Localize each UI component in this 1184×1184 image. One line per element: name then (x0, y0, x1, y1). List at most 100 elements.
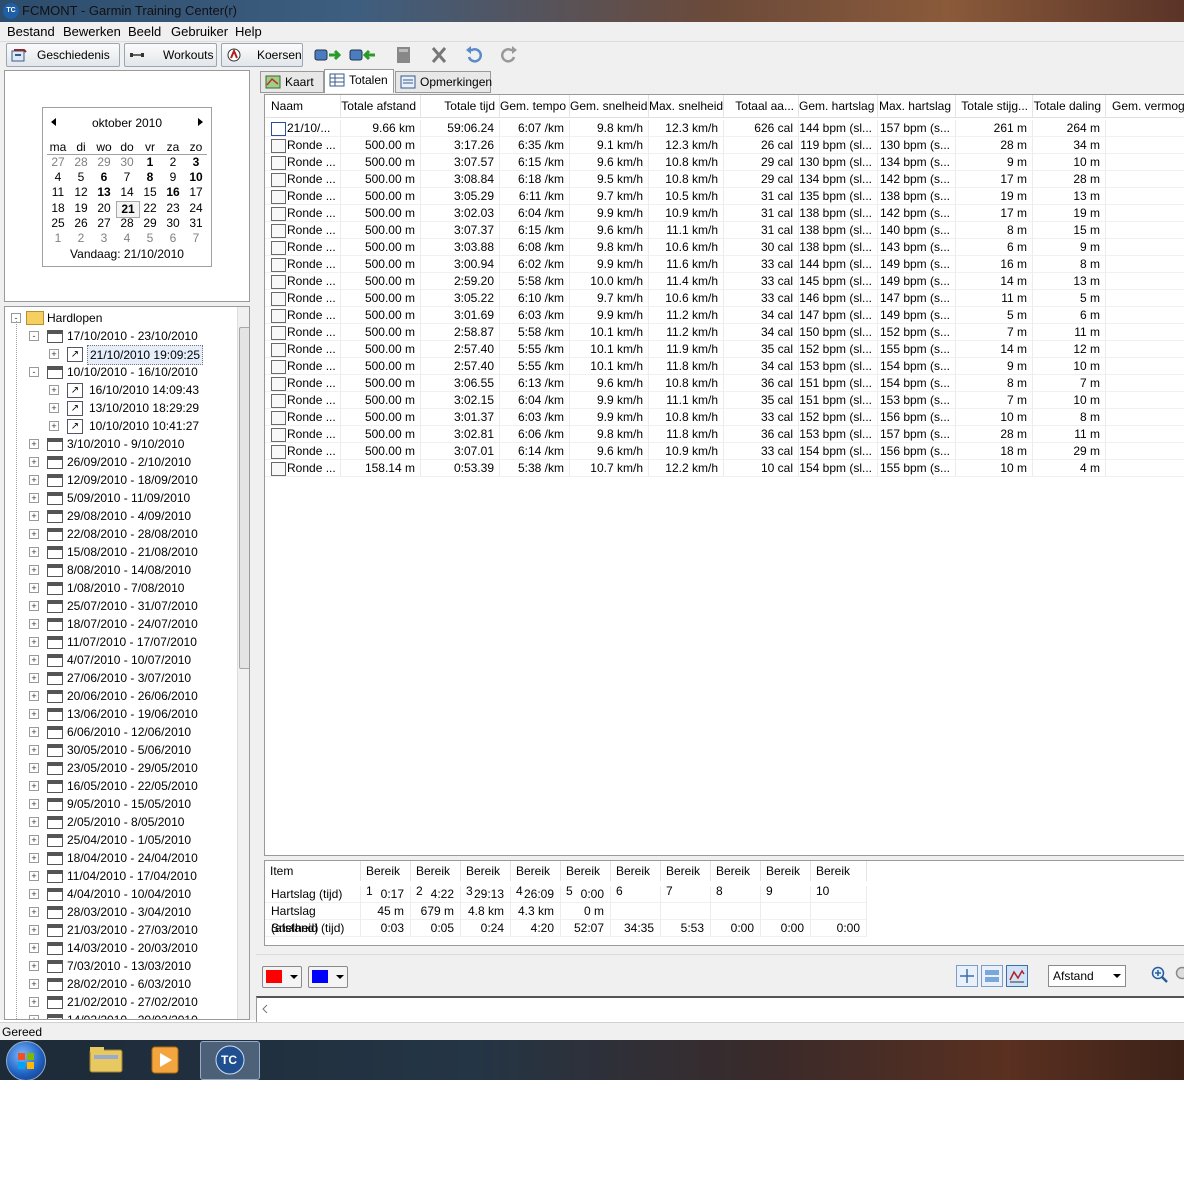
table-row[interactable]: Ronde ... 500.00 m 3:02.15 6:04 /km 9.9 km/h… (265, 392, 1184, 409)
tree-expand-icon[interactable]: + (29, 907, 39, 917)
menu-beeld[interactable]: Beeld (128, 24, 161, 39)
calendar-day[interactable]: 22 (139, 201, 161, 216)
tree-expand-icon[interactable]: + (29, 1015, 39, 1019)
calendar-day[interactable]: 5 (70, 170, 92, 185)
tree-expand-icon[interactable]: + (29, 673, 39, 683)
calendar-day[interactable]: 30 (162, 216, 184, 231)
calendar-day[interactable]: 6 (162, 231, 184, 246)
tree-scroll-thumb[interactable] (239, 327, 249, 669)
zoom-out-icon[interactable] (1174, 965, 1184, 985)
tree-expand-icon[interactable]: + (29, 457, 39, 467)
zones-column-header[interactable]: Bereik 1 (361, 861, 411, 898)
x-axis-select[interactable]: Afstand (1048, 965, 1126, 987)
calendar-day[interactable]: 1 (139, 155, 161, 170)
calendar-today[interactable]: Vandaag: 21/10/2010 (43, 247, 211, 261)
stacked-chart-icon[interactable] (981, 965, 1003, 987)
tree-expand-icon[interactable]: + (29, 565, 39, 575)
table-row[interactable]: Ronde ... 500.00 m 3:01.69 6:03 /km 9.9 km/h… (265, 307, 1184, 324)
receive-from-device-icon[interactable] (349, 45, 377, 65)
tree-expand-icon[interactable]: + (29, 475, 39, 485)
calendar-day[interactable]: 30 (116, 155, 138, 170)
laps-column-header[interactable]: Gem. hartslag (799, 95, 878, 117)
calendar-day[interactable]: 27 (47, 155, 69, 170)
tree-scrollbar[interactable] (237, 307, 249, 1019)
tree-expand-icon[interactable]: + (29, 781, 39, 791)
calendar-day[interactable]: 17 (185, 185, 207, 200)
tree-expand-icon[interactable]: + (29, 583, 39, 593)
tree-expand-icon[interactable]: + (29, 439, 39, 449)
tree-expand-icon[interactable]: + (29, 835, 39, 845)
table-row[interactable]: Ronde ... 500.00 m 3:07.01 6:14 /km 9.6 km/h… (265, 443, 1184, 460)
calendar-day[interactable]: 23 (162, 201, 184, 216)
scroll-left-icon[interactable] (261, 1004, 269, 1014)
tree-expand-icon[interactable]: + (29, 817, 39, 827)
taskbar-media-player[interactable] (138, 1041, 192, 1078)
calendar-day[interactable]: 14 (116, 185, 138, 200)
undo-icon[interactable] (463, 45, 485, 65)
tree-expand-icon[interactable]: + (29, 889, 39, 899)
calendar-day[interactable]: 18 (47, 201, 69, 216)
zoom-in-icon[interactable] (1150, 965, 1170, 985)
table-row[interactable]: 21/10/... 9.66 km 59:06.24 6:07 /km 9.8 km/h… (265, 120, 1184, 137)
calendar-day[interactable]: 28 (116, 216, 138, 231)
table-row[interactable]: Ronde ... 500.00 m 3:05.22 6:10 /km 9.7 km/h… (265, 290, 1184, 307)
tree-expand-icon[interactable]: + (29, 853, 39, 863)
calendar-day[interactable]: 29 (139, 216, 161, 231)
menu-gebruiker[interactable]: Gebruiker (171, 24, 228, 39)
menu-bestand[interactable]: Bestand (7, 24, 55, 39)
delete-icon[interactable] (428, 45, 450, 65)
calendar-day[interactable]: 4 (116, 231, 138, 246)
table-row[interactable]: Ronde ... 500.00 m 3:08.84 6:18 /km 9.5 km/h… (265, 171, 1184, 188)
taskbar-training-center[interactable]: TC (200, 1041, 260, 1080)
calendar-day[interactable]: 7 (185, 231, 207, 246)
table-row[interactable]: Ronde ... 500.00 m 2:57.40 5:55 /km 10.1 km/… (265, 341, 1184, 358)
tab-totalen[interactable]: Totalen (324, 69, 394, 93)
tree-expand-icon[interactable]: + (29, 511, 39, 521)
zones-column-header[interactable]: Bereik 8 (711, 861, 761, 898)
redo-icon[interactable] (498, 45, 520, 65)
calendar-day[interactable]: 16 (162, 185, 184, 200)
start-button[interactable] (6, 1041, 46, 1081)
laps-column-header[interactable]: Max. snelheid (649, 95, 724, 117)
table-row[interactable]: Ronde ... 500.00 m 3:07.57 6:15 /km 9.6 km/h… (265, 154, 1184, 171)
calendar-day[interactable]: 26 (70, 216, 92, 231)
calendar-day[interactable]: 9 (162, 170, 184, 185)
table-row[interactable]: Ronde ... 500.00 m 2:57.40 5:55 /km 10.1 km/… (265, 358, 1184, 375)
zones-column-header[interactable]: Bereik 7 (661, 861, 711, 898)
tree-expand-icon[interactable]: - (29, 367, 39, 377)
calendar-day[interactable]: 6 (93, 170, 115, 185)
table-row[interactable]: Ronde ... 500.00 m 3:00.94 6:02 /km 9.9 km/h… (265, 256, 1184, 273)
table-row[interactable]: Ronde ... 500.00 m 3:03.88 6:08 /km 9.8 km/h… (265, 239, 1184, 256)
tree-expand-icon[interactable]: + (49, 385, 59, 395)
zones-column-header[interactable]: Bereik 9 (761, 861, 811, 898)
tree-expand-icon[interactable]: + (49, 421, 59, 431)
tree-expand-icon[interactable]: + (29, 961, 39, 971)
laps-column-header[interactable]: Gem. snelheid (570, 95, 649, 117)
tree-expand-icon[interactable]: + (29, 979, 39, 989)
send-to-device-icon[interactable] (314, 45, 342, 65)
tree-expand-icon[interactable]: + (29, 493, 39, 503)
laps-column-header[interactable]: Totale afstand (341, 95, 421, 117)
calendar-day[interactable]: 10 (185, 170, 207, 185)
overlay-chart-icon[interactable] (1006, 965, 1028, 987)
laps-column-header[interactable]: Naam (265, 95, 341, 117)
tree-expand-icon[interactable]: + (29, 997, 39, 1007)
tree-expand-icon[interactable]: + (29, 691, 39, 701)
table-row[interactable]: Ronde ... 500.00 m 3:07.37 6:15 /km 9.6 km/h… (265, 222, 1184, 239)
tree-expand-icon[interactable]: + (29, 763, 39, 773)
new-icon[interactable] (393, 45, 415, 65)
calendar-day[interactable]: 3 (93, 231, 115, 246)
table-row[interactable]: Ronde ... 500.00 m 3:06.55 6:13 /km 9.6 km/h… (265, 375, 1184, 392)
taskbar-explorer[interactable] (80, 1041, 134, 1078)
tab-kaart[interactable]: Kaart (260, 71, 324, 93)
calendar-day[interactable]: 28 (70, 155, 92, 170)
tree-expand-icon[interactable]: + (49, 349, 59, 359)
tab-opmerkingen[interactable]: Opmerkingen (395, 71, 492, 93)
calendar-day[interactable]: 4 (47, 170, 69, 185)
calendar-day[interactable]: 11 (47, 185, 69, 200)
calendar-day[interactable]: 12 (70, 185, 92, 200)
workouts-button[interactable]: Workouts (124, 43, 217, 67)
calendar-day[interactable]: 27 (93, 216, 115, 231)
tree-expand-icon[interactable]: + (29, 529, 39, 539)
tree-expand-icon[interactable]: + (29, 637, 39, 647)
